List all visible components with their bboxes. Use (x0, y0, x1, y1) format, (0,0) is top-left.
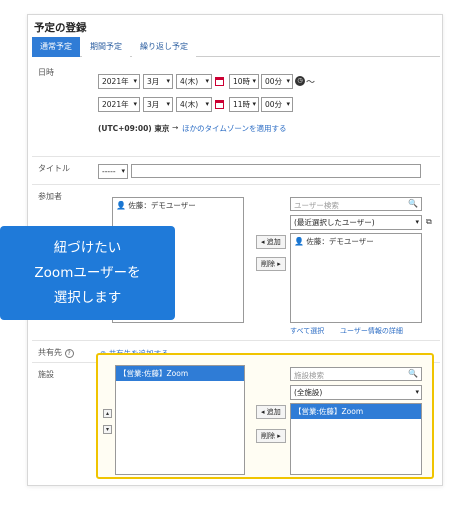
person-icon: 👤 (116, 201, 126, 210)
calendar-icon[interactable] (215, 77, 224, 86)
end-minute-select[interactable]: 00分 (261, 97, 293, 112)
start-month-select[interactable]: 3月 (143, 74, 173, 89)
attendee-add-button[interactable]: ◂ 追加 (256, 235, 286, 249)
search-icon[interactable]: 🔍 (408, 199, 418, 208)
facility-search-input[interactable]: 施設検索 🔍 (290, 367, 422, 381)
tab-bar: 通常予定 期間予定 繰り返し予定 (32, 37, 440, 57)
clock-icon[interactable]: ◷ (295, 76, 305, 86)
facility-filter-select[interactable]: (全施設) (290, 385, 422, 400)
calendar-icon[interactable] (215, 100, 224, 109)
list-item[interactable]: 【営業:佐藤】Zoom (116, 366, 244, 381)
attendees-label: 参加者 (38, 192, 62, 201)
user-detail-link[interactable]: ユーザー情報の詳細 (340, 326, 403, 336)
end-month-select[interactable]: 3月 (143, 97, 173, 112)
timezone-label: (UTC+09:00) 東京 (98, 124, 170, 133)
facility-add-button[interactable]: ◂ 追加 (256, 405, 286, 419)
user-search-input[interactable]: ユーザー検索 🔍 (290, 197, 422, 211)
move-down-arrow[interactable]: ▾ (103, 425, 112, 434)
timezone-link[interactable]: ほかのタイムゾーンを適用する (182, 123, 286, 134)
popup-icon[interactable]: ⧉ (426, 217, 432, 227)
datetime-row: 日時 2021年 3月 4(木) 10時 00分 ◷ 〜 2021年 3月 4(… (32, 61, 440, 157)
title-label: タイトル (38, 164, 70, 173)
list-item[interactable]: 👤 佐藤：デモユーザー (291, 234, 421, 249)
range-tilde: 〜 (306, 78, 316, 88)
share-label: 共有先 ? (38, 347, 74, 358)
help-icon[interactable]: ? (64, 349, 74, 358)
tab-normal[interactable]: 通常予定 (32, 37, 80, 57)
facility-label: 施設 (38, 370, 54, 379)
person-icon: 👤 (294, 237, 304, 246)
start-hour-select[interactable]: 10時 (229, 74, 259, 89)
select-all-users-link[interactable]: すべて選択 (290, 326, 324, 336)
title-prefix-select[interactable]: ----- (98, 164, 128, 179)
list-item[interactable]: 👤 佐藤：デモユーザー (113, 198, 243, 213)
user-filter-select[interactable]: (最近選択したユーザー) (290, 215, 422, 230)
callout-line: 選択します (53, 290, 122, 306)
start-minute-select[interactable]: 00分 (261, 74, 293, 89)
end-year-select[interactable]: 2021年 (98, 97, 140, 112)
end-hour-select[interactable]: 11時 (229, 97, 259, 112)
attendee-remove-button[interactable]: 削除 ▸ (256, 257, 286, 271)
datetime-label: 日時 (38, 68, 54, 77)
page-title: 予定の登録 (34, 22, 87, 34)
end-day-select[interactable]: 4(木) (176, 97, 212, 112)
instruction-callout: 紐づけたい Zoomユーザーを 選択します (0, 226, 175, 320)
facility-selected-list[interactable]: 【営業:佐藤】Zoom (115, 365, 245, 475)
search-icon[interactable]: 🔍 (408, 369, 418, 378)
list-item[interactable]: 【営業:佐藤】Zoom (291, 404, 421, 419)
start-year-select[interactable]: 2021年 (98, 74, 140, 89)
title-row: タイトル ----- (32, 157, 440, 185)
tab-period[interactable]: 期間予定 (82, 37, 130, 57)
tab-repeat[interactable]: 繰り返し予定 (132, 37, 196, 57)
facility-highlight: 【営業:佐藤】Zoom ▴ ▾ ◂ 追加 削除 ▸ 施設検索 🔍 (全施設) 【… (96, 353, 434, 479)
facility-candidate-list[interactable]: 【営業:佐藤】Zoom (290, 403, 422, 475)
callout-line: 紐づけたい (53, 240, 122, 256)
timezone-arrow: → (172, 123, 179, 132)
user-candidate-list[interactable]: 👤 佐藤：デモユーザー (290, 233, 422, 323)
start-day-select[interactable]: 4(木) (176, 74, 212, 89)
title-input[interactable] (131, 164, 421, 178)
facility-remove-button[interactable]: 削除 ▸ (256, 429, 286, 443)
move-up-arrow[interactable]: ▴ (103, 409, 112, 418)
callout-line: Zoomユーザーを (34, 265, 141, 281)
